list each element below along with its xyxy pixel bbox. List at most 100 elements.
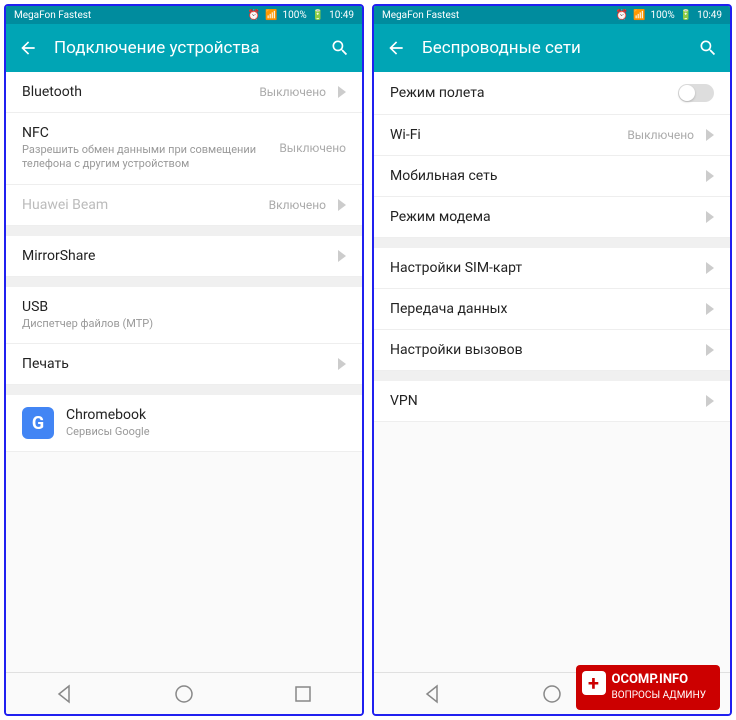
- chevron-right-icon: [338, 86, 346, 98]
- watermark: + OCOMP.INFO ВОПРОСЫ АДМИНУ: [576, 665, 721, 710]
- divider: [6, 277, 362, 287]
- chevron-right-icon: [338, 358, 346, 370]
- page-title: Беспроводные сети: [422, 38, 682, 58]
- list-item[interactable]: NFC Разрешить обмен данными при совмещен…: [6, 113, 362, 185]
- list-item[interactable]: Настройки SIM-карт: [374, 248, 730, 289]
- item-title: Мобильная сеть: [390, 168, 694, 184]
- item-value: Выключено: [627, 128, 694, 142]
- divider: [374, 238, 730, 248]
- alarm-icon: ⏰: [248, 10, 260, 21]
- search-icon[interactable]: [698, 38, 718, 58]
- item-value: Выключено: [259, 85, 326, 99]
- item-title: Wi-Fi: [390, 127, 615, 143]
- item-value: Выключено: [279, 141, 346, 155]
- back-icon[interactable]: [386, 38, 406, 58]
- back-icon[interactable]: [18, 38, 38, 58]
- divider: [374, 371, 730, 381]
- item-main: Настройки вызовов: [390, 342, 694, 358]
- statusbar: MegaFon Fastest ⏰ 📶 100% 🔋 10:49: [6, 6, 362, 24]
- content: Режим полета Wi-Fi Выключено Мобильная с…: [374, 72, 730, 672]
- phone-left: MegaFon Fastest ⏰ 📶 100% 🔋 10:49 Подключ…: [4, 4, 364, 716]
- list-item[interactable]: MirrorShare: [6, 236, 362, 277]
- chevron-right-icon: [706, 170, 714, 182]
- list-item[interactable]: Настройки вызовов: [374, 330, 730, 371]
- item-main: Wi-Fi: [390, 127, 615, 143]
- item-main: Режим полета: [390, 85, 666, 101]
- item-main: VPN: [390, 393, 694, 409]
- item-main: Chromebook Сервисы Google: [66, 407, 346, 439]
- battery-icon: 🔋: [680, 10, 692, 21]
- chevron-right-icon: [706, 344, 714, 356]
- item-title: Печать: [22, 356, 326, 372]
- list-item[interactable]: Мобильная сеть: [374, 156, 730, 197]
- content: Bluetooth Выключено NFC Разрешить обмен …: [6, 72, 362, 672]
- phone-right: MegaFon Fastest ⏰ 📶 100% 🔋 10:49 Беспров…: [372, 4, 732, 716]
- list-item[interactable]: Печать: [6, 344, 362, 385]
- chevron-right-icon: [706, 262, 714, 274]
- time-label: 10:49: [329, 10, 354, 21]
- item-title: MirrorShare: [22, 248, 326, 264]
- item-title: Режим модема: [390, 209, 694, 225]
- list-item[interactable]: Режим модема: [374, 197, 730, 238]
- item-title: Bluetooth: [22, 84, 247, 100]
- signal-icon: 📶: [265, 10, 277, 21]
- item-title: VPN: [390, 393, 694, 409]
- item-main: Передача данных: [390, 301, 694, 317]
- status-icons: ⏰ 📶 100% 🔋 10:49: [616, 10, 722, 21]
- item-title: USB: [22, 299, 346, 315]
- item-main: NFC Разрешить обмен данными при совмещен…: [22, 125, 267, 172]
- chevron-right-icon: [338, 199, 346, 211]
- list-item[interactable]: Передача данных: [374, 289, 730, 330]
- battery-label: 100%: [650, 10, 674, 21]
- divider: [6, 385, 362, 395]
- divider: [6, 226, 362, 236]
- header: Подключение устройства: [6, 24, 362, 72]
- chevron-right-icon: [706, 303, 714, 315]
- item-main: MirrorShare: [22, 248, 326, 264]
- item-main: Настройки SIM-карт: [390, 260, 694, 276]
- item-title: Режим полета: [390, 85, 666, 101]
- statusbar: MegaFon Fastest ⏰ 📶 100% 🔋 10:49: [374, 6, 730, 24]
- item-main: Печать: [22, 356, 326, 372]
- chevron-right-icon: [338, 250, 346, 262]
- nav-back-icon[interactable]: [53, 682, 77, 706]
- item-title: Передача данных: [390, 301, 694, 317]
- item-main: USB Диспетчер файлов (MTP): [22, 299, 346, 331]
- list-item[interactable]: VPN: [374, 381, 730, 422]
- carrier-label: MegaFon Fastest: [382, 10, 459, 21]
- list-item[interactable]: Bluetooth Выключено: [6, 72, 362, 113]
- item-sub: Сервисы Google: [66, 425, 346, 439]
- list-item[interactable]: G Chromebook Сервисы Google: [6, 395, 362, 452]
- plus-icon: +: [582, 671, 606, 695]
- item-title: NFC: [22, 125, 267, 141]
- signal-icon: 📶: [633, 10, 645, 21]
- item-title: Настройки SIM-карт: [390, 260, 694, 276]
- search-icon[interactable]: [330, 38, 350, 58]
- item-main: Bluetooth: [22, 84, 247, 100]
- app-icon: G: [22, 407, 54, 439]
- list-item[interactable]: Huawei Beam Включено: [6, 185, 362, 226]
- carrier-label: MegaFon Fastest: [14, 10, 91, 21]
- item-title: Huawei Beam: [22, 197, 257, 213]
- header: Беспроводные сети: [374, 24, 730, 72]
- nav-home-icon[interactable]: [172, 682, 196, 706]
- list-item[interactable]: Режим полета: [374, 72, 730, 115]
- toggle-switch[interactable]: [678, 84, 714, 102]
- chevron-right-icon: [706, 129, 714, 141]
- list-item[interactable]: USB Диспетчер файлов (MTP): [6, 287, 362, 344]
- item-value: Включено: [269, 198, 326, 212]
- item-sub: Разрешить обмен данными при совмещении т…: [22, 143, 267, 172]
- time-label: 10:49: [697, 10, 722, 21]
- item-main: Huawei Beam: [22, 197, 257, 213]
- watermark-title: OCOMP.INFO: [612, 672, 689, 687]
- status-icons: ⏰ 📶 100% 🔋 10:49: [248, 10, 354, 21]
- chevron-right-icon: [706, 211, 714, 223]
- list-item[interactable]: Wi-Fi Выключено: [374, 115, 730, 156]
- nav-recent-icon[interactable]: [291, 682, 315, 706]
- item-title: Chromebook: [66, 407, 346, 423]
- nav-back-icon[interactable]: [421, 682, 445, 706]
- nav-home-icon[interactable]: [540, 682, 564, 706]
- item-main: Мобильная сеть: [390, 168, 694, 184]
- navbar: [6, 672, 362, 714]
- chevron-right-icon: [706, 395, 714, 407]
